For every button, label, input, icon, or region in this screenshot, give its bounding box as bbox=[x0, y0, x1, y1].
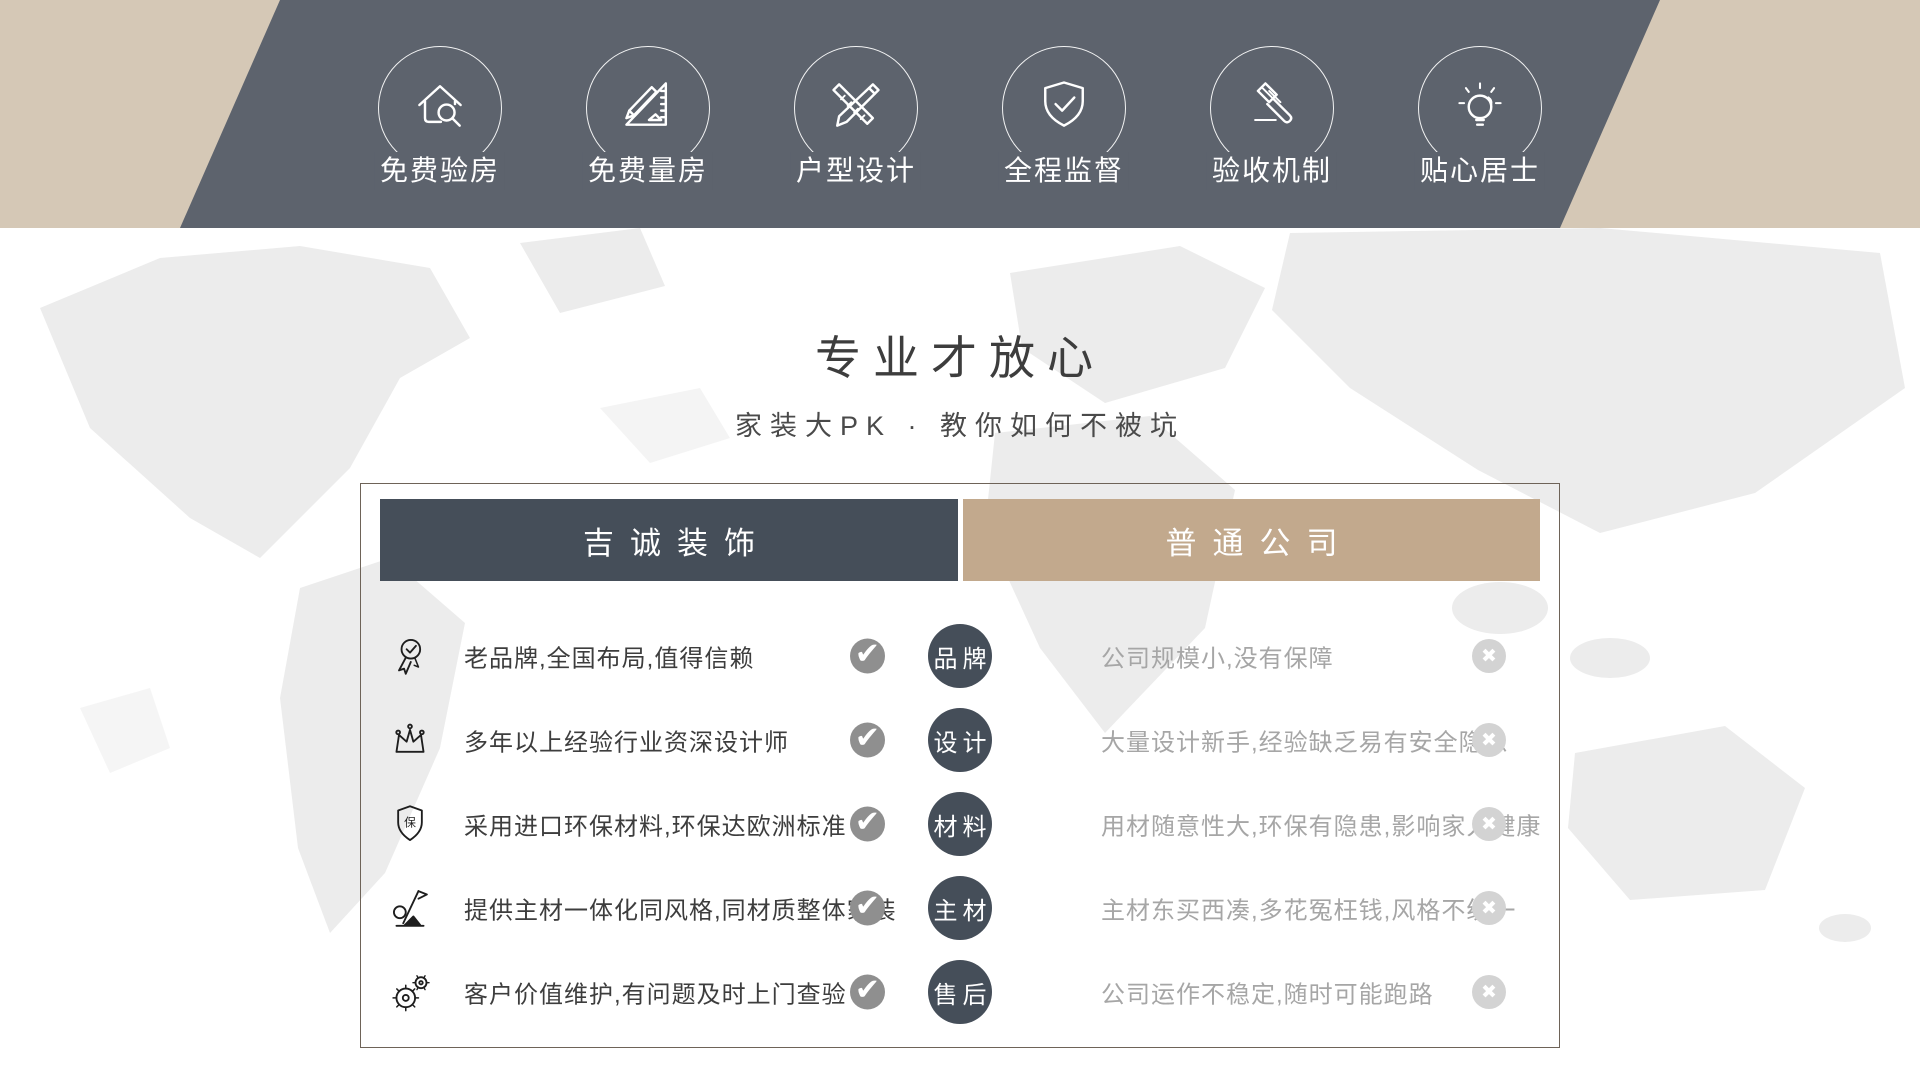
cross-icon: ✖ bbox=[1472, 807, 1506, 841]
banner-item-label: 贴心居士 bbox=[1415, 152, 1545, 190]
page: 免费验房 免费量房 bbox=[0, 0, 1920, 1078]
section-title: 专业才放心 bbox=[0, 322, 1920, 388]
check-icon: ✔ bbox=[850, 639, 885, 674]
row-left-text: 采用进口环保材料,环保达欧洲标准 bbox=[464, 807, 847, 842]
row-right-text: 大量设计新手,经验缺乏易有安全隐患 bbox=[1101, 723, 1509, 758]
compass-icon bbox=[388, 886, 432, 930]
category-badge: 品牌 bbox=[928, 624, 992, 688]
comparison-panel: 吉诚装饰 普通公司 老品牌,全国布局,值得信赖 ✔ 品牌 公司规模小,没有保障 bbox=[360, 483, 1560, 1048]
row-left-text: 提供主材一体化同风格,同材质整体家装 bbox=[464, 891, 897, 926]
row-right-text: 主材东买西凑,多花冤枉钱,风格不统一 bbox=[1101, 891, 1516, 926]
crown-icon bbox=[388, 718, 432, 762]
check-icon: ✔ bbox=[850, 723, 885, 758]
comparison-row-material: 保 采用进口环保材料,环保达欧洲标准 ✔ 材料 用材随意性大,环保有隐患,影响家… bbox=[361, 782, 1561, 866]
banner-item-house-inspect[interactable]: 免费验房 bbox=[378, 0, 502, 228]
banner-item-care[interactable]: 贴心居士 bbox=[1418, 0, 1542, 228]
row-left-text: 老品牌,全国布局,值得信赖 bbox=[464, 639, 754, 674]
cross-icon: ✖ bbox=[1472, 723, 1506, 757]
cross-icon: ✖ bbox=[1472, 639, 1506, 673]
category-badge: 主材 bbox=[928, 876, 992, 940]
banner-item-label: 免费验房 bbox=[375, 152, 505, 190]
medal-icon bbox=[388, 634, 432, 678]
banner-item-label: 验收机制 bbox=[1207, 152, 1337, 190]
bao-character: 保 bbox=[404, 816, 416, 830]
services-banner: 免费验房 免费量房 bbox=[0, 0, 1920, 228]
house-inspect-icon bbox=[410, 75, 470, 135]
banner-item-label: 户型设计 bbox=[791, 152, 921, 190]
comparison-header: 吉诚装饰 普通公司 bbox=[380, 499, 1540, 581]
row-right-text: 公司规模小,没有保障 bbox=[1101, 639, 1334, 674]
check-icon: ✔ bbox=[850, 807, 885, 842]
banner-item-label: 全程监督 bbox=[999, 152, 1129, 190]
header-jicheng: 吉诚装饰 bbox=[380, 499, 958, 581]
row-left-text: 客户价值维护,有问题及时上门查验 bbox=[464, 975, 847, 1010]
comparison-row-brand: 老品牌,全国布局,值得信赖 ✔ 品牌 公司规模小,没有保障 ✖ bbox=[361, 614, 1561, 698]
shield-bao-icon: 保 bbox=[388, 802, 432, 846]
banner-item-measure[interactable]: 免费量房 bbox=[586, 0, 710, 228]
category-badge: 设计 bbox=[928, 708, 992, 772]
gear-icon bbox=[388, 970, 432, 1014]
section-subtitle: 家装大PK · 教你如何不被坑 bbox=[0, 404, 1920, 443]
gavel-icon bbox=[1242, 75, 1302, 135]
comparison-row-aftersale: 客户价值维护,有问题及时上门查验 ✔ 售后 公司运作不稳定,随时可能跑路 ✖ bbox=[361, 950, 1561, 1034]
cross-icon: ✖ bbox=[1472, 891, 1506, 925]
category-badge: 售后 bbox=[928, 960, 992, 1024]
category-badge: 材料 bbox=[928, 792, 992, 856]
banner-item-label: 免费量房 bbox=[583, 152, 713, 190]
row-left-text: 多年以上经验行业资深设计师 bbox=[464, 723, 789, 758]
comparison-row-main-material: 提供主材一体化同风格,同材质整体家装 ✔ 主材 主材东买西凑,多花冤枉钱,风格不… bbox=[361, 866, 1561, 950]
shield-check-icon bbox=[1034, 75, 1094, 135]
pencil-ruler-icon bbox=[826, 75, 886, 135]
row-right-text: 公司运作不稳定,随时可能跑路 bbox=[1101, 975, 1434, 1010]
cross-icon: ✖ bbox=[1472, 975, 1506, 1009]
banner-items: 免费验房 免费量房 bbox=[0, 0, 1920, 228]
header-ordinary: 普通公司 bbox=[963, 499, 1540, 581]
check-icon: ✔ bbox=[850, 891, 885, 926]
measure-ruler-icon bbox=[618, 75, 678, 135]
comparison-row-design: 多年以上经验行业资深设计师 ✔ 设计 大量设计新手,经验缺乏易有安全隐患 ✖ bbox=[361, 698, 1561, 782]
check-icon: ✔ bbox=[850, 975, 885, 1010]
banner-item-design[interactable]: 户型设计 bbox=[794, 0, 918, 228]
lightbulb-icon bbox=[1450, 75, 1510, 135]
banner-item-supervise[interactable]: 全程监督 bbox=[1002, 0, 1126, 228]
banner-item-acceptance[interactable]: 验收机制 bbox=[1210, 0, 1334, 228]
comparison-rows: 老品牌,全国布局,值得信赖 ✔ 品牌 公司规模小,没有保障 ✖ 多年以上经验行业… bbox=[361, 614, 1561, 1034]
